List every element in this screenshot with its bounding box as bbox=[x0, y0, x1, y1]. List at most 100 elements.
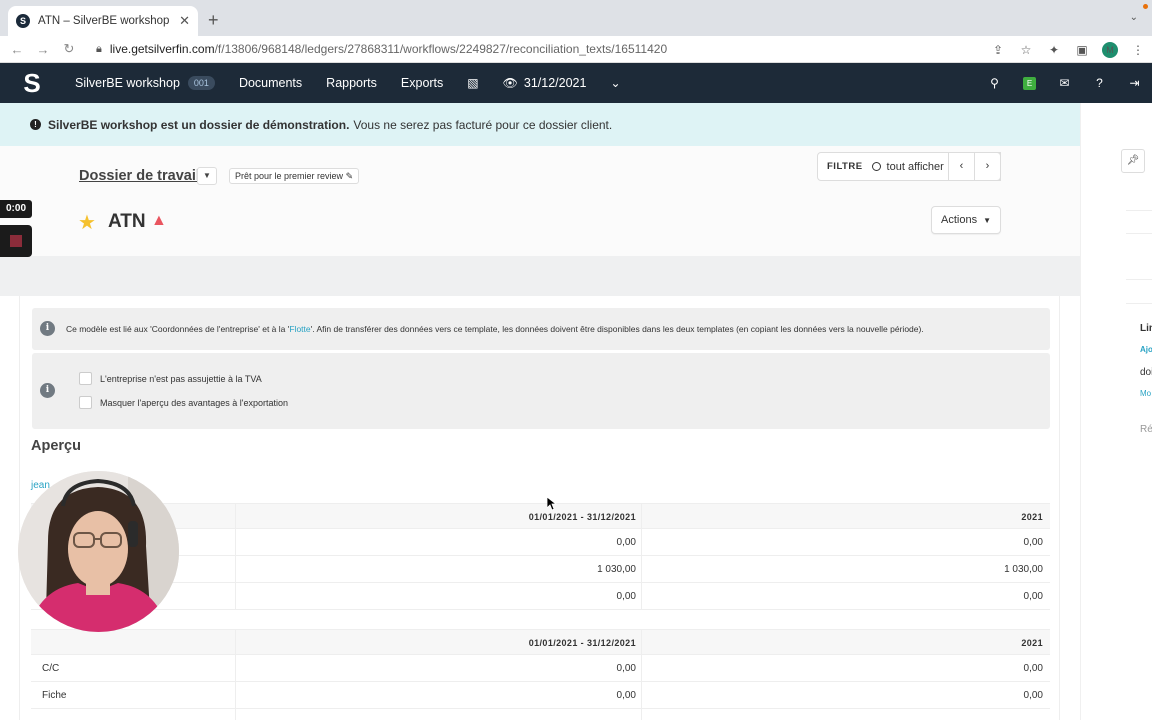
period-column-header: 01/01/2021 - 31/12/2021 bbox=[528, 512, 636, 522]
table-row: 1 030,00 1 030,00 bbox=[31, 556, 1050, 583]
section-title: Aperçu bbox=[31, 438, 81, 454]
tab-search-chevron-icon[interactable]: ⌄ bbox=[1130, 12, 1138, 23]
silverfin-logo[interactable]: S bbox=[22, 69, 42, 97]
activity-chart-icon[interactable]: ▧ bbox=[467, 76, 478, 90]
main-content: Dossier de travail ▼ Prêt pour le premie… bbox=[0, 146, 1080, 720]
back-icon[interactable]: ← bbox=[4, 42, 30, 57]
right-panel-divider bbox=[1126, 303, 1152, 304]
nav-rapports[interactable]: Rapports bbox=[326, 76, 377, 90]
share-icon[interactable]: ⇪ bbox=[984, 43, 1012, 57]
dossier-dropdown-button[interactable]: ▼ bbox=[197, 167, 217, 185]
column-divider bbox=[235, 709, 236, 720]
pin-icon[interactable]: 📌︎ bbox=[1121, 149, 1145, 173]
period-value: 0,00 bbox=[616, 591, 636, 602]
right-panel-add-link[interactable]: Ajo bbox=[1140, 345, 1152, 354]
nav-exports[interactable]: Exports bbox=[401, 76, 443, 90]
overview-table-2: 01/01/2021 - 31/12/2021 2021 C/C 0,00 0,… bbox=[31, 629, 1050, 720]
browser-menu-icon[interactable]: ⋮ bbox=[1124, 43, 1152, 57]
stop-recording-button[interactable] bbox=[0, 225, 32, 257]
year-column-header: 2021 bbox=[1021, 512, 1043, 522]
column-divider bbox=[235, 682, 236, 708]
firm-badge: 001 bbox=[187, 76, 215, 90]
column-divider bbox=[235, 504, 236, 528]
prev-button[interactable]: ‹ bbox=[948, 152, 975, 181]
app-navbar: S SilverBE workshop 001 Documents Rappor… bbox=[0, 63, 1152, 103]
mouse-cursor-icon bbox=[547, 497, 557, 511]
banner-text: Vous ne serez pas facturé pour ce dossie… bbox=[353, 117, 613, 132]
star-icon[interactable]: ★ bbox=[78, 210, 96, 235]
lock-icon[interactable]: 🔒︎ bbox=[96, 43, 102, 56]
column-divider bbox=[235, 529, 236, 555]
green-app-icon[interactable]: E bbox=[1023, 76, 1036, 90]
right-panel-more-link[interactable]: Mo bbox=[1140, 389, 1151, 398]
pencil-icon: ✎ bbox=[345, 171, 354, 181]
search-icon[interactable]: ⚲ bbox=[977, 76, 1012, 90]
presenter-video bbox=[18, 471, 179, 632]
template-card: i Ce modèle est lié aux 'Coordonnées de … bbox=[19, 296, 1060, 720]
profile-avatar[interactable]: M bbox=[1102, 41, 1118, 58]
browser-tab[interactable]: S ATN – SilverBE workshop (Wor ✕ bbox=[8, 6, 198, 36]
column-divider bbox=[235, 630, 236, 654]
url-field[interactable]: live.getsilverfin.com/f/13806/968148/led… bbox=[110, 42, 667, 56]
update-dot-icon bbox=[1143, 4, 1148, 9]
close-tab-icon[interactable]: ✕ bbox=[179, 13, 190, 29]
filter-value[interactable]: tout afficher bbox=[887, 161, 944, 173]
info-text-2: '. Afin de transférer des données vers c… bbox=[310, 324, 924, 334]
mail-icon[interactable]: ✉ bbox=[1047, 76, 1082, 90]
next-button[interactable]: › bbox=[974, 152, 1001, 181]
nav-documents[interactable]: Documents bbox=[239, 76, 302, 90]
reload-icon[interactable]: ↻ bbox=[56, 41, 82, 57]
period-value: 0,00 bbox=[616, 663, 636, 674]
page-header: Dossier de travail ▼ Prêt pour le premie… bbox=[0, 146, 1080, 256]
column-divider bbox=[235, 583, 236, 609]
vat-checkbox[interactable] bbox=[79, 372, 92, 385]
page-title: ATN bbox=[108, 211, 146, 232]
tab-title: ATN – SilverBE workshop (Wor bbox=[38, 15, 173, 27]
flotte-link[interactable]: Flotte bbox=[289, 324, 310, 334]
filter-control: FILTRE tout afficher ‹ › bbox=[817, 152, 1001, 181]
actions-button[interactable]: Actions ▼ bbox=[931, 206, 1001, 234]
period-value: 1 030,00 bbox=[597, 564, 636, 575]
caret-down-icon: ▼ bbox=[983, 216, 992, 225]
url-path: /f/13806/968148/ledgers/27868311/workflo… bbox=[214, 42, 668, 56]
eye-icon[interactable]: 👁︎ bbox=[503, 76, 518, 90]
logout-icon[interactable]: ⇥ bbox=[1117, 76, 1152, 90]
period-selector[interactable]: 31/12/2021 bbox=[524, 76, 587, 90]
new-tab-icon[interactable]: + bbox=[208, 10, 219, 31]
hide-export-checkbox-label[interactable]: Masquer l'aperçu des avantages à l'expor… bbox=[100, 398, 288, 408]
filter-label: FILTRE bbox=[827, 161, 863, 172]
year-column-header: 2021 bbox=[1021, 638, 1043, 648]
year-value: 0,00 bbox=[1023, 591, 1043, 602]
right-panel-divider bbox=[1126, 279, 1152, 280]
column-divider bbox=[641, 583, 642, 609]
extensions-icon[interactable]: ✦ bbox=[1040, 43, 1068, 57]
column-divider bbox=[641, 682, 642, 708]
info-icon: i bbox=[40, 383, 55, 398]
table-row bbox=[31, 709, 1050, 720]
warning-triangle-icon: ▲ bbox=[151, 212, 167, 229]
exclamation-icon: ! bbox=[30, 119, 41, 130]
sidebar-icon[interactable]: ▣ bbox=[1068, 43, 1096, 57]
status-badge[interactable]: Prêt pour le premier review ✎ bbox=[229, 168, 360, 184]
filter-radio-icon[interactable] bbox=[871, 162, 881, 171]
column-divider bbox=[641, 709, 642, 720]
hide-export-checkbox[interactable] bbox=[79, 396, 92, 409]
help-icon[interactable]: ? bbox=[1082, 76, 1117, 90]
table-row: 0,00 0,00 bbox=[31, 583, 1050, 610]
forward-icon[interactable]: → bbox=[30, 42, 56, 57]
table-header: 01/01/2021 - 31/12/2021 2021 bbox=[31, 503, 1050, 529]
year-value: 0,00 bbox=[1023, 663, 1043, 674]
url-host: live.getsilverfin.com bbox=[109, 42, 215, 56]
vat-checkbox-label[interactable]: L'entreprise n'est pas assujettie à la T… bbox=[100, 374, 262, 384]
bookmark-star-icon[interactable]: ☆ bbox=[1012, 43, 1040, 57]
dossier-link[interactable]: Dossier de travail bbox=[79, 168, 200, 184]
info-icon: i bbox=[40, 321, 55, 336]
options-box: i L'entreprise n'est pas assujettie à la… bbox=[32, 353, 1050, 429]
row-label: Fiche bbox=[42, 690, 67, 701]
banner-bold-text: SilverBE workshop est un dossier de démo… bbox=[48, 117, 350, 132]
column-divider bbox=[641, 630, 642, 654]
info-text-1: Ce modèle est lié aux 'Coordonnées de l'… bbox=[66, 324, 290, 334]
column-divider bbox=[641, 655, 642, 681]
chevron-down-icon[interactable]: ⌄ bbox=[610, 76, 620, 90]
firm-name[interactable]: SilverBE workshop bbox=[75, 76, 180, 90]
